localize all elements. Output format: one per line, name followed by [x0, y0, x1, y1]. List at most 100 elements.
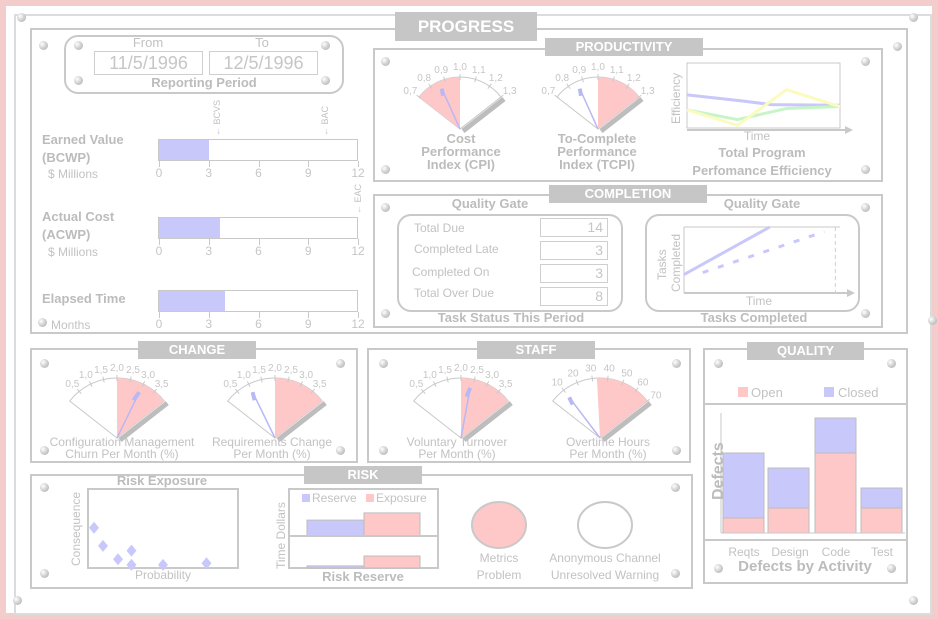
from-date-field[interactable]: 11/5/1996 [94, 51, 203, 75]
screw-icon [381, 203, 390, 212]
legend-exposure-swatch [366, 494, 374, 502]
axis-tick-label: 6 [255, 166, 262, 180]
completion-header: COMPLETION [549, 185, 707, 203]
axis-tick-label: 9 [304, 244, 312, 258]
elapsed-time-label: Elapsed Time [42, 291, 126, 306]
screw-icon [40, 483, 49, 492]
screw-icon [381, 165, 390, 174]
screw-icon [714, 359, 723, 368]
legend-open-swatch [738, 387, 748, 397]
actual-cost-unit: $ Millions [48, 245, 99, 259]
legend-exposure-label: Exposure [376, 491, 427, 505]
cpi-caption: Cost Performance Index (CPI) [421, 131, 501, 172]
legend-closed-swatch [824, 387, 834, 397]
screw-icon [74, 76, 83, 85]
category-design: Design [771, 545, 809, 559]
earned-value-bar [158, 139, 358, 161]
axis-tick-label: 0 [155, 244, 163, 258]
screw-icon [379, 446, 388, 455]
legend-closed-label: Closed [838, 385, 879, 400]
req-change-caption: Requirements Change Per Month (%) [211, 435, 333, 461]
overtime-caption: Overtime Hours Per Month (%) [565, 435, 651, 461]
legend-reserve-swatch [302, 494, 310, 502]
screw-icon [381, 57, 390, 66]
axis-tick-label: 6 [255, 317, 262, 331]
page-title: PROGRESS [395, 12, 537, 41]
legend-reserve-label: Reserve [312, 491, 357, 505]
tasks-xlabel: Time [745, 294, 773, 308]
screw-icon [671, 483, 680, 492]
total-due-field: 14 [540, 218, 608, 237]
screw-icon [861, 165, 870, 174]
category-code: Code [821, 545, 851, 559]
marker-bcvs: ← BCVS [212, 99, 223, 136]
efficiency-caption-2: Perfomance Efficiency [692, 163, 832, 178]
screw-icon [336, 359, 345, 368]
change-header: CHANGE [138, 341, 256, 359]
efficiency-caption-1: Total Program [718, 145, 806, 160]
screw-icon [38, 318, 47, 327]
screw-icon [714, 564, 723, 573]
efficiency-xlabel: Time [743, 129, 771, 143]
screw-icon [13, 596, 22, 605]
reporting-period-caption: Reporting Period [151, 75, 257, 90]
earned-value-label-2: (BCWP) [42, 150, 91, 165]
legend-open-label: Open [751, 385, 783, 400]
total-due-label: Total Due [414, 221, 465, 235]
risk-reserve-title: Risk Reserve [322, 569, 404, 584]
axis-tick-label: 3 [205, 166, 213, 180]
problem-label: Problem [476, 568, 522, 582]
screw-icon [672, 359, 681, 368]
cm-churn-caption: Configuration Management Churn Per Month … [49, 435, 195, 461]
actual-cost-label: Actual Cost [42, 209, 115, 224]
risk-header: RISK [304, 466, 422, 484]
screw-icon [893, 42, 902, 51]
completed-on-field: 3 [540, 264, 608, 283]
defects-plot-box [703, 403, 908, 541]
elapsed-time-fill [159, 291, 225, 311]
screw-icon [381, 309, 390, 318]
tasks-ylabel-1: Tasks [655, 249, 669, 280]
task-status-caption: Task Status This Period [437, 310, 585, 325]
marker-bac: ← BAC [319, 105, 330, 136]
earned-value-label: Earned Value [42, 132, 124, 147]
screw-icon [928, 316, 937, 325]
elapsed-time-unit: Months [51, 318, 91, 332]
category-reqts: Reqts [728, 545, 760, 559]
screw-icon [40, 359, 49, 368]
completed-on-label: Completed On [412, 265, 490, 279]
screw-icon [861, 309, 870, 318]
tasks-ylabel-2: Completed [669, 233, 683, 292]
turnover-caption: Voluntary Turnover Per Month (%) [406, 435, 508, 461]
unresolved-warning-label: Unresolved Warning [550, 568, 660, 582]
metrics-label: Metrics [479, 551, 519, 565]
elapsed-time-bar [158, 290, 358, 312]
screw-icon [40, 446, 49, 455]
axis-tick-label: 12 [351, 244, 365, 258]
actual-cost-label-2: (ACWP) [42, 227, 91, 242]
defects-caption: Defects by Activity [738, 558, 872, 575]
axis-tick-label: 6 [255, 244, 262, 258]
completed-late-label: Completed Late [414, 242, 499, 256]
axis-tick-label: 0 [155, 166, 163, 180]
completed-late-field: 3 [540, 241, 608, 260]
screw-icon [321, 41, 330, 50]
screw-icon [909, 596, 918, 605]
screw-icon [672, 446, 681, 455]
screw-icon [336, 446, 345, 455]
screw-icon [17, 13, 26, 22]
screw-icon [909, 13, 918, 22]
to-date-field[interactable]: 12/5/1996 [209, 51, 318, 75]
screw-icon [861, 203, 870, 212]
quality-header: QUALITY [747, 342, 864, 360]
anonymous-channel-label: Anonymous Channel [549, 551, 661, 565]
screw-icon [40, 569, 49, 578]
efficiency-ylabel: Efficiency [669, 72, 683, 124]
category-test: Test [870, 545, 894, 559]
tcpi-caption: To-Complete Performance Index (TCPI) [557, 131, 637, 172]
probability-label: Probability [134, 568, 192, 582]
screw-icon [887, 564, 896, 573]
total-over-due-field: 8 [540, 287, 608, 306]
screw-icon [379, 359, 388, 368]
staff-header: STAFF [477, 341, 595, 359]
